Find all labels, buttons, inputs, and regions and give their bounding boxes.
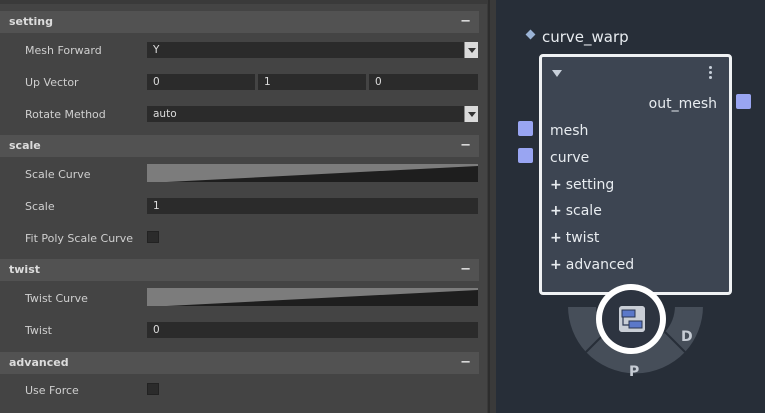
use-force-checkbox[interactable] bbox=[147, 383, 159, 395]
dropdown-arrow-icon[interactable] bbox=[464, 106, 478, 122]
up-vector-x-field[interactable]: 0 bbox=[147, 74, 255, 90]
node-title: curve_warp bbox=[542, 28, 629, 46]
expander-scale[interactable]: + scale bbox=[550, 202, 602, 220]
collapse-icon[interactable]: − bbox=[460, 135, 471, 157]
node-body[interactable]: out_mesh mesh curve + setting + scale + twi… bbox=[539, 54, 732, 295]
section-title: setting bbox=[9, 15, 53, 28]
node-type-icon bbox=[525, 29, 536, 40]
section-header-advanced[interactable]: advanced − bbox=[0, 352, 479, 374]
twist-field[interactable]: 0 bbox=[147, 322, 478, 338]
section-header-twist[interactable]: twist − bbox=[0, 259, 479, 281]
section-header-scale[interactable]: scale − bbox=[0, 135, 479, 157]
collapse-triangle-icon[interactable] bbox=[552, 70, 562, 77]
plus-icon: + bbox=[550, 177, 562, 193]
node-icon-background bbox=[602, 290, 660, 348]
use-force-label: Use Force bbox=[25, 384, 79, 397]
node-icon-badge[interactable] bbox=[596, 284, 666, 354]
collapse-icon[interactable]: − bbox=[460, 352, 471, 374]
up-vector-label: Up Vector bbox=[25, 76, 79, 89]
curve-warp-icon bbox=[619, 306, 645, 332]
input-port-label-mesh: mesh bbox=[550, 123, 589, 139]
rotate-method-value: auto bbox=[153, 108, 177, 120]
scale-curve-ramp[interactable] bbox=[147, 164, 478, 182]
plus-icon: + bbox=[550, 257, 562, 273]
fit-poly-scale-curve-label: Fit Poly Scale Curve bbox=[25, 232, 133, 245]
input-port-mesh[interactable] bbox=[518, 121, 533, 136]
wheel-letter-p: P bbox=[629, 364, 640, 380]
kebab-menu-icon[interactable] bbox=[709, 66, 712, 81]
up-vector-y-field[interactable]: 1 bbox=[258, 74, 366, 90]
expander-setting[interactable]: + setting bbox=[550, 176, 614, 194]
mesh-forward-dropdown[interactable]: Y bbox=[147, 42, 478, 58]
node-graph[interactable]: curve_warp D P out_mesh mesh curve + sett… bbox=[496, 0, 765, 413]
expander-twist[interactable]: + twist bbox=[550, 229, 599, 247]
dropdown-arrow-icon[interactable] bbox=[464, 42, 478, 58]
expander-label: scale bbox=[565, 203, 602, 219]
collapse-icon[interactable]: − bbox=[460, 259, 471, 281]
wheel-letter-d: D bbox=[681, 329, 693, 345]
input-port-label-curve: curve bbox=[550, 150, 590, 166]
scale-field[interactable]: 1 bbox=[147, 198, 478, 214]
section-title: advanced bbox=[9, 356, 69, 369]
splitter-line bbox=[488, 0, 490, 413]
top-strip bbox=[0, 0, 487, 4]
expander-label: setting bbox=[565, 177, 615, 193]
input-port-curve[interactable] bbox=[518, 148, 533, 163]
rotate-method-dropdown[interactable]: auto bbox=[147, 106, 478, 122]
plus-icon: + bbox=[550, 203, 562, 219]
collapse-icon[interactable]: − bbox=[460, 11, 471, 33]
plus-icon: + bbox=[550, 230, 562, 246]
section-title: twist bbox=[9, 263, 40, 276]
mesh-forward-label: Mesh Forward bbox=[25, 44, 102, 57]
twist-curve-label: Twist Curve bbox=[25, 292, 88, 305]
expander-label: twist bbox=[565, 230, 600, 246]
section-title: scale bbox=[9, 139, 41, 152]
output-port-label: out_mesh bbox=[648, 96, 717, 112]
twist-label: Twist bbox=[25, 324, 52, 337]
rotate-method-label: Rotate Method bbox=[25, 108, 106, 121]
twist-curve-ramp[interactable] bbox=[147, 288, 478, 306]
mesh-forward-value: Y bbox=[153, 44, 160, 56]
panel-splitter[interactable] bbox=[487, 0, 496, 413]
scale-curve-label: Scale Curve bbox=[25, 168, 91, 181]
attribute-editor: setting − Mesh Forward Y Up Vector 0 1 0… bbox=[0, 0, 487, 413]
scale-label: Scale bbox=[25, 200, 55, 213]
expander-label: advanced bbox=[565, 257, 635, 273]
section-header-setting[interactable]: setting − bbox=[0, 11, 479, 33]
fit-poly-scale-curve-checkbox[interactable] bbox=[147, 231, 159, 243]
output-port-out-mesh[interactable] bbox=[736, 94, 751, 109]
expander-advanced[interactable]: + advanced bbox=[550, 256, 634, 274]
up-vector-z-field[interactable]: 0 bbox=[369, 74, 478, 90]
